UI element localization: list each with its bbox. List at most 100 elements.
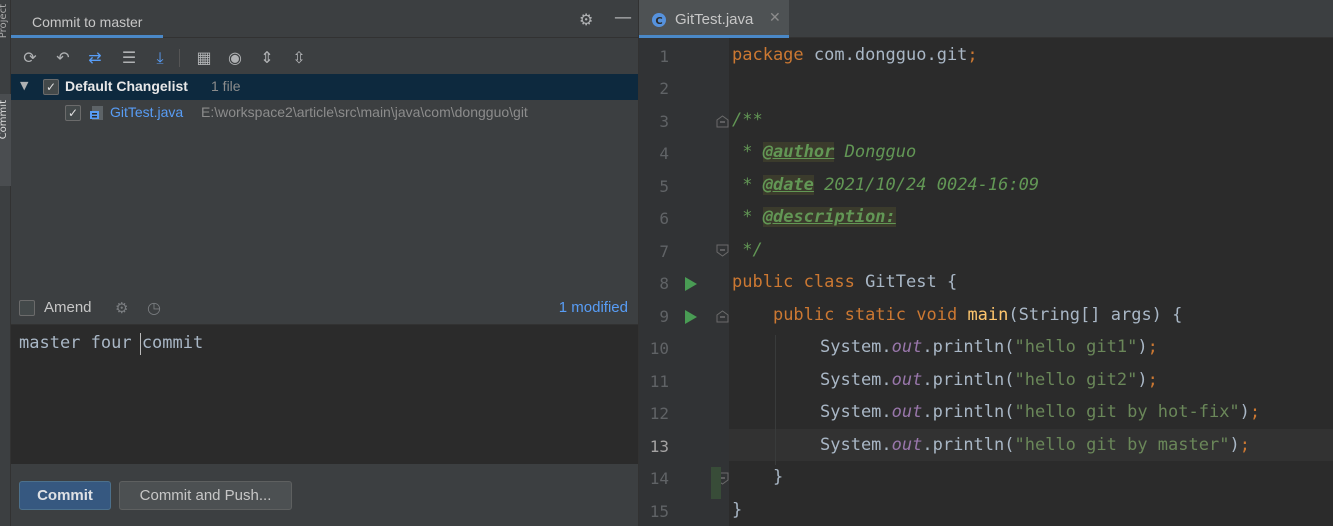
show-icon[interactable]: ◉: [223, 46, 247, 70]
file-name[interactable]: GitTest.java: [110, 104, 183, 120]
vcs-change-marker[interactable]: [711, 467, 721, 499]
string-literal: "hello git by master": [1014, 435, 1230, 455]
fold-icon[interactable]: [716, 115, 729, 128]
svg-text:C: C: [655, 16, 662, 27]
commit-message-text[interactable]: master four commit: [19, 333, 203, 353]
commit-panel-title[interactable]: Commit to master: [11, 6, 164, 38]
tab-label[interactable]: GitTest.java: [675, 11, 753, 28]
code-line-12: System.out.println("hello git by hot-fix…: [820, 402, 1260, 422]
code-text: .println(: [922, 435, 1015, 455]
line-number: 5: [659, 177, 669, 196]
diff-icon[interactable]: ⇄: [83, 46, 107, 70]
line-number: 9: [659, 307, 669, 326]
commit-options-gear-icon[interactable]: ⚙: [115, 299, 128, 317]
commit-panel: Commit to master ⚙ — ⟳ ↶ ⇄ ☰ ⤓ ▦ ◉ ⇕ ⇳ ▼…: [11, 0, 638, 526]
code-line-9: public static void main(String[] args) {: [732, 305, 1182, 325]
commit-toolbar: ⟳ ↶ ⇄ ☰ ⤓ ▦ ◉ ⇕ ⇳: [11, 41, 638, 74]
tool-window-strip: Project Commit: [0, 0, 11, 526]
line-number: 6: [659, 209, 669, 228]
string-literal: "hello git2": [1014, 370, 1138, 390]
file-checkbox[interactable]: ✓: [65, 105, 81, 121]
line-number: 8: [659, 274, 669, 293]
changes-tree: ▼ ✓ Default Changelist 1 file ✓ GitTest.…: [11, 74, 638, 294]
minimize-icon[interactable]: —: [614, 9, 632, 27]
static-field: out: [891, 402, 923, 422]
code-line-10: System.out.println("hello git1");: [820, 337, 1158, 357]
run-main-icon[interactable]: [685, 310, 697, 324]
commit-tool-button[interactable]: Commit: [0, 100, 9, 139]
class-decl: GitTest {: [854, 272, 958, 292]
editor-tabs: C GitTest.java ✕: [639, 0, 1333, 38]
static-field: out: [891, 370, 923, 390]
changelist-checkbox[interactable]: ✓: [43, 79, 59, 95]
indent-guide: [775, 335, 776, 465]
string-literal: "hello git1": [1014, 337, 1138, 357]
toolbar-separator: [179, 49, 180, 67]
history-clock-icon[interactable]: ◷: [147, 298, 161, 317]
line-number: 1: [659, 47, 669, 66]
project-tool-button[interactable]: Project: [0, 4, 9, 38]
static-field: out: [891, 337, 923, 357]
close-icon[interactable]: ✕: [769, 10, 781, 26]
javadoc-tag: @description:: [762, 207, 896, 227]
code-text: ): [1137, 337, 1148, 357]
group-by-icon[interactable]: ▦: [192, 46, 216, 70]
comment-star: *: [732, 207, 763, 227]
package-name: com.dongguo.git: [803, 45, 968, 65]
line-number: 12: [649, 404, 669, 423]
commit-button[interactable]: Commit: [19, 481, 111, 510]
line-number: 4: [659, 144, 669, 163]
line-number: 14: [649, 469, 669, 488]
rollback-icon[interactable]: ↶: [51, 46, 75, 70]
fold-icon[interactable]: [716, 310, 729, 323]
code-editor: C GitTest.java ✕ 1 2 3 4 5 6 7 8 9 10 11…: [638, 0, 1333, 526]
tab-gittest-java[interactable]: C GitTest.java ✕: [639, 0, 789, 38]
semicolon: ;: [1239, 435, 1250, 455]
code-area[interactable]: package com.dongguo.git; /** * @author D…: [729, 38, 1333, 526]
amend-label[interactable]: Amend: [44, 299, 92, 316]
changelist-row[interactable]: ▼ ✓ Default Changelist 1 file: [11, 74, 638, 100]
amend-checkbox[interactable]: [19, 300, 35, 316]
static-field: out: [891, 435, 923, 455]
comment-text: 2021/10/24 0024-16:09: [813, 175, 1040, 195]
comment-star: *: [732, 142, 763, 162]
java-class-icon: C: [652, 13, 666, 27]
changelist-name: Default Changelist: [65, 78, 188, 94]
collapse-all-icon[interactable]: ⇳: [287, 46, 311, 70]
shelve-icon[interactable]: ⤓: [148, 46, 172, 70]
run-class-icon[interactable]: [685, 277, 697, 291]
line-number: 11: [649, 372, 669, 391]
code-text: .println(: [922, 370, 1015, 390]
string-literal: "hello git by hot-fix": [1014, 402, 1240, 422]
code-text: System.: [820, 435, 892, 455]
method-params: (String[] args) {: [1008, 305, 1183, 325]
semicolon: ;: [1147, 370, 1158, 390]
code-line-5: * @date 2021/10/24 0024-16:09: [732, 175, 1039, 195]
code-text: System.: [820, 337, 892, 357]
expand-all-icon[interactable]: ⇕: [255, 46, 279, 70]
line-number: 3: [659, 112, 669, 131]
fold-icon[interactable]: [716, 244, 729, 257]
method-name: main: [967, 305, 1009, 325]
code-text: System.: [820, 370, 892, 390]
refresh-icon[interactable]: ⟳: [18, 46, 42, 70]
chevron-down-icon[interactable]: ▼: [20, 79, 28, 92]
code-line-1: package com.dongguo.git;: [732, 45, 978, 65]
commit-and-push-button[interactable]: Commit and Push...: [119, 481, 292, 510]
keyword: public class: [732, 272, 855, 292]
commit-message-field[interactable]: master four commit: [11, 324, 638, 464]
comment-text: Dongguo: [834, 142, 917, 162]
line-number: 10: [649, 339, 669, 358]
java-file-icon: [90, 106, 103, 120]
code-line-6: * @description:: [732, 207, 896, 227]
changelist-icon[interactable]: ☰: [117, 46, 141, 70]
line-number: 2: [659, 79, 669, 98]
semicolon: ;: [967, 45, 978, 65]
gear-icon[interactable]: ⚙: [579, 12, 593, 28]
code-line-4: * @author Dongguo: [732, 142, 916, 162]
modified-count[interactable]: 1 modified: [559, 299, 628, 316]
file-row[interactable]: ✓ GitTest.java E:\workspace2\article\src…: [11, 100, 638, 125]
code-text: .println(: [922, 337, 1015, 357]
